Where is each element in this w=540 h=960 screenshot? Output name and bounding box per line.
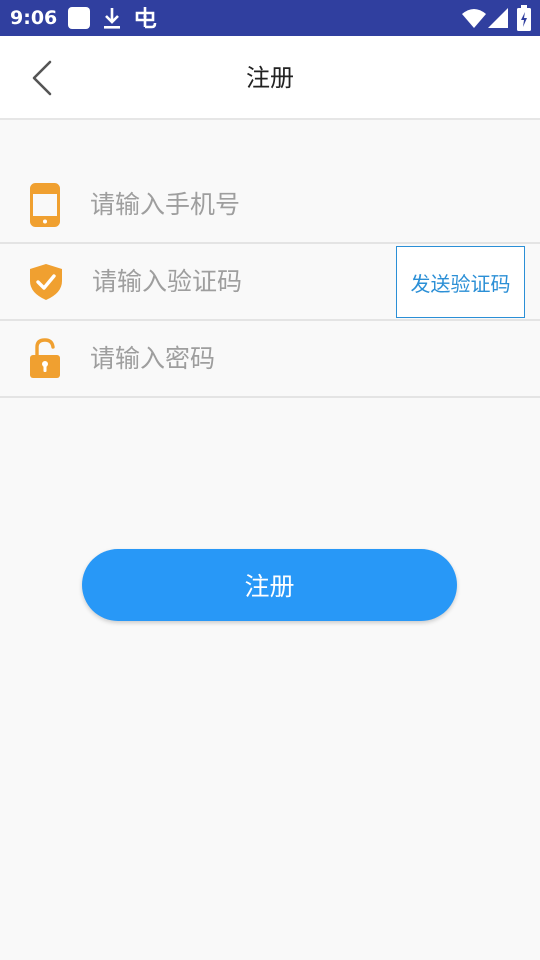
verification-code-input[interactable] — [92, 243, 387, 319]
app-bar: 注册 — [0, 36, 540, 120]
send-code-button[interactable]: 发送验证码 — [396, 246, 525, 318]
password-field-row — [0, 320, 540, 398]
password-input[interactable] — [90, 320, 510, 396]
bug-icon — [135, 7, 157, 29]
phone-icon — [30, 183, 60, 227]
battery-icon — [517, 5, 531, 31]
status-bar: 9:06 — [0, 0, 540, 36]
chevron-left-icon — [32, 60, 52, 96]
phone-input[interactable] — [90, 166, 510, 242]
download-icon — [104, 8, 120, 29]
shield-check-icon — [30, 264, 62, 300]
page-title: 注册 — [246, 64, 294, 92]
signal-icon — [488, 8, 508, 28]
app-notification-icon — [68, 7, 90, 29]
wifi-icon — [462, 9, 486, 28]
phone-field-row — [0, 166, 540, 244]
back-button[interactable] — [22, 54, 62, 102]
register-button[interactable]: 注册 — [82, 549, 457, 621]
status-time: 9:06 — [10, 7, 58, 29]
lock-open-icon — [30, 338, 60, 378]
code-field-row: 发送验证码 — [0, 243, 540, 321]
